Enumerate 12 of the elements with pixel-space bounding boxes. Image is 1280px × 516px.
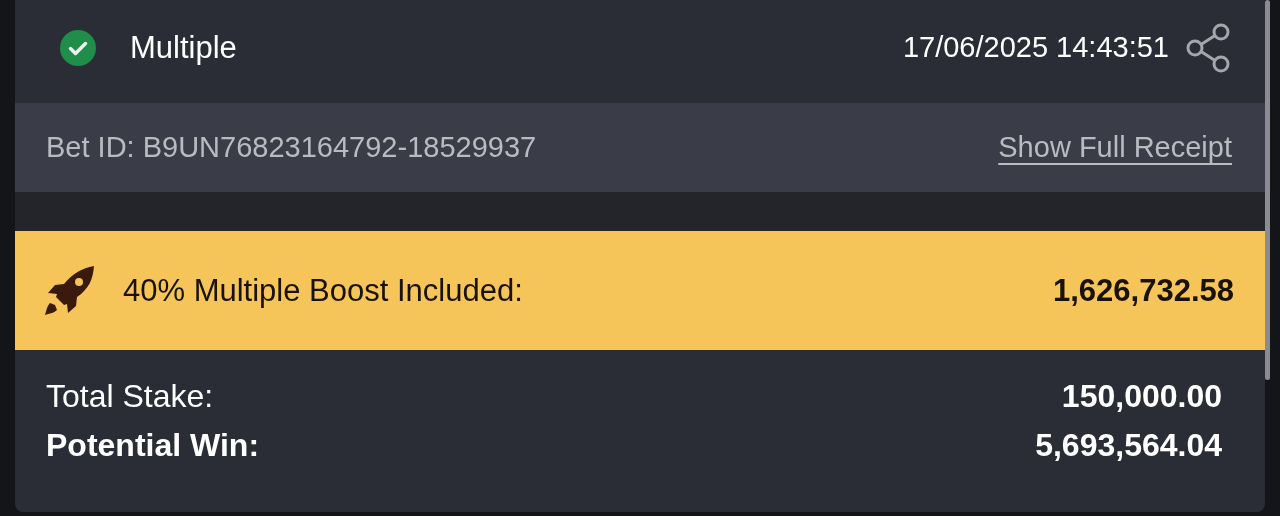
- total-value: 5,693,564.04: [1035, 427, 1222, 464]
- total-label: Total Stake:: [46, 378, 214, 415]
- bet-id: Bet ID: B9UN76823164792-18529937: [46, 131, 537, 164]
- total-label: Potential Win:: [46, 427, 260, 464]
- boost-amount: 1,626,732.58: [1053, 272, 1234, 309]
- timestamp: 17/06/2025 14:43:51: [902, 31, 1169, 64]
- boost-label: 40% Multiple Boost Included:: [123, 272, 523, 309]
- rocket-icon: [44, 264, 96, 317]
- total-value: 150,000.00: [1061, 378, 1222, 415]
- bet-type: Multiple: [130, 29, 237, 66]
- scrollbar[interactable]: [1265, 0, 1270, 380]
- show-receipt-link[interactable]: Show Full Receipt: [998, 131, 1232, 164]
